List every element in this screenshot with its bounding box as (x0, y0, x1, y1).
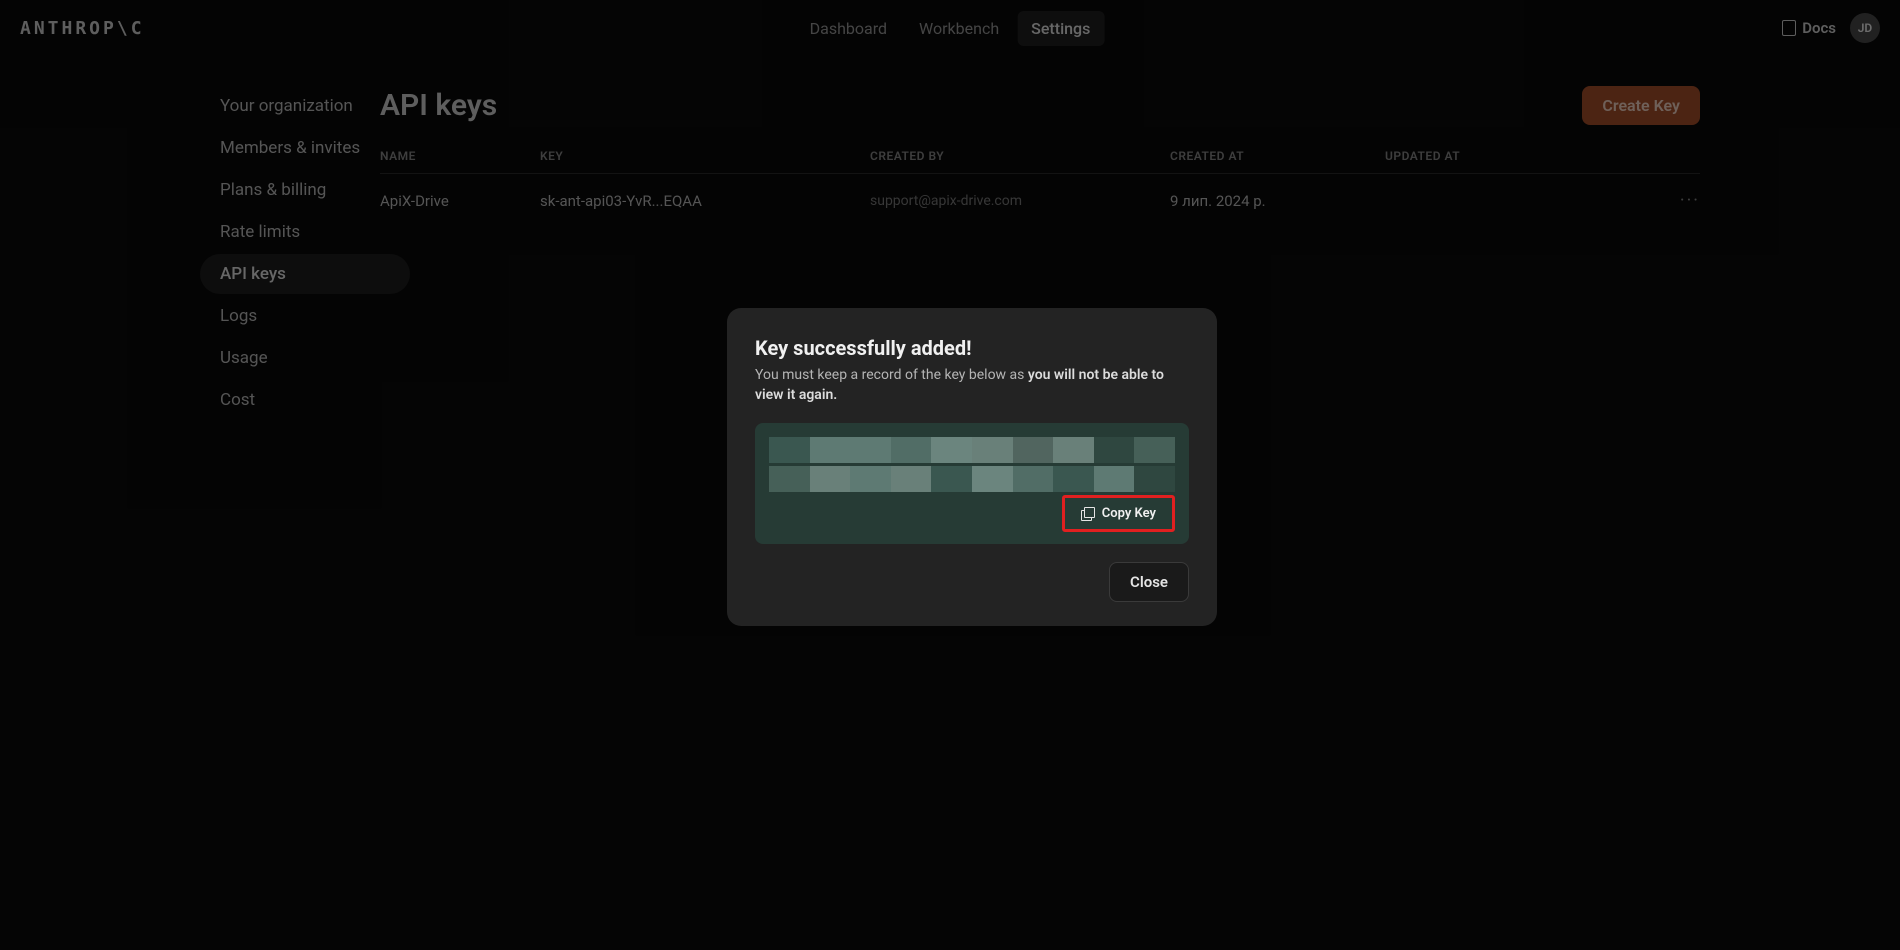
modal-subtitle: You must keep a record of the key below … (755, 366, 1189, 405)
blurred-key-row (769, 466, 1175, 492)
blurred-key-row (769, 437, 1175, 463)
copy-key-label: Copy Key (1102, 506, 1156, 521)
copy-key-button[interactable]: Copy Key (1062, 495, 1175, 532)
close-button[interactable]: Close (1109, 562, 1189, 602)
modal-footer: Close (755, 562, 1189, 602)
key-added-modal: Key successfully added! You must keep a … (727, 308, 1217, 626)
modal-title: Key successfully added! (755, 336, 1189, 360)
api-key-box: Copy Key (755, 423, 1189, 544)
copy-wrap: Copy Key (769, 495, 1175, 532)
modal-sub-prefix: You must keep a record of the key below … (755, 367, 1028, 383)
copy-icon (1081, 507, 1094, 520)
